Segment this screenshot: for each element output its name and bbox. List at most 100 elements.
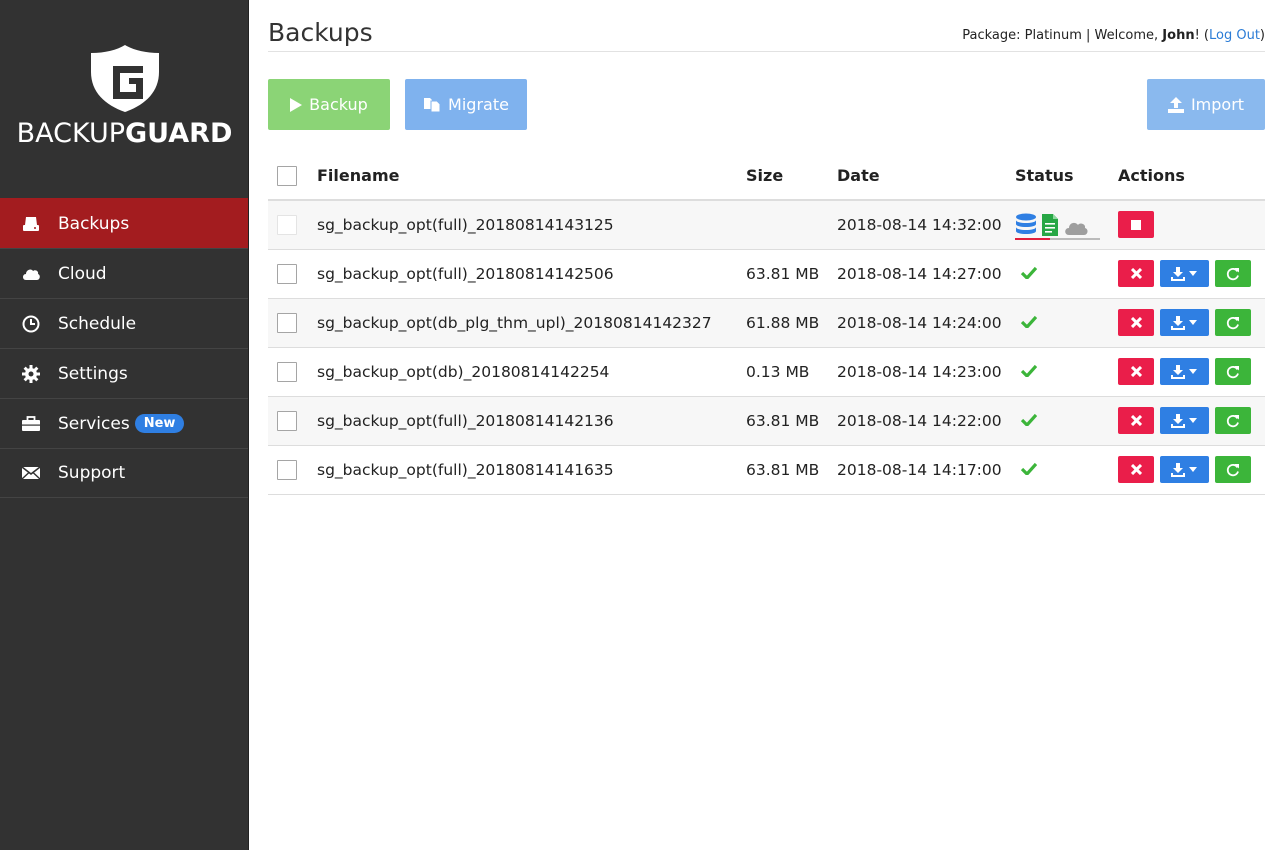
sidebar-item-schedule[interactable]: Schedule — [0, 298, 248, 348]
gear-icon — [21, 364, 41, 384]
sidebar-item-label: Cloud — [58, 263, 107, 284]
actions-cell — [1118, 200, 1265, 250]
close-icon — [1130, 464, 1142, 475]
download-dropdown-button[interactable] — [1159, 358, 1209, 385]
import-button[interactable]: Import — [1147, 79, 1265, 130]
date-cell: 2018-08-14 14:17:00 — [837, 445, 1015, 495]
caret-down-icon — [1189, 418, 1198, 423]
success-check-icon — [1020, 266, 1038, 280]
row-checkbox[interactable] — [277, 459, 297, 480]
row-checkbox[interactable] — [277, 263, 297, 284]
row-check-cell — [268, 200, 317, 250]
filename-cell: sg_backup_opt(full)_20180814142136 — [317, 396, 746, 446]
sidebar-nav: Backups Cloud Schedule Settings Services — [0, 198, 248, 498]
refresh-icon — [1226, 365, 1239, 378]
sidebar-item-label: Schedule — [58, 313, 137, 334]
copy-files-icon — [424, 97, 441, 112]
migrate-button[interactable]: Migrate — [405, 79, 527, 130]
delete-button[interactable] — [1118, 309, 1154, 336]
logo-text-thin: BACKUP — [16, 118, 126, 149]
table-row: sg_backup_opt(db)_20180814142254 0.13 MB… — [268, 347, 1265, 397]
download-icon — [1171, 266, 1186, 281]
caret-down-icon — [1189, 271, 1198, 276]
progress-bar — [1015, 237, 1050, 240]
close-icon — [1130, 415, 1142, 426]
page-title: Backups — [268, 18, 373, 47]
table-row: sg_backup_opt(full)_20180814142506 63.81… — [268, 249, 1265, 299]
download-icon — [1171, 364, 1186, 379]
caret-down-icon — [1189, 320, 1198, 325]
download-icon — [1171, 462, 1186, 477]
backupguard-logo[interactable]: BACKUPGUARD — [0, 0, 248, 198]
new-badge: New — [134, 414, 185, 433]
select-all-cell — [268, 152, 317, 201]
upload-icon — [1167, 96, 1184, 113]
sidebar-item-settings[interactable]: Settings — [0, 348, 248, 398]
status-cell — [1015, 200, 1118, 250]
date-cell: 2018-08-14 14:22:00 — [837, 396, 1015, 446]
delete-button[interactable] — [1118, 260, 1154, 287]
logout-link[interactable]: Log Out — [1209, 28, 1260, 43]
close-icon — [1130, 317, 1142, 328]
backup-button[interactable]: Backup — [268, 79, 390, 130]
refresh-icon — [1226, 267, 1239, 280]
success-check-icon — [1020, 413, 1038, 427]
download-dropdown-button[interactable] — [1159, 309, 1209, 336]
database-icon — [1016, 213, 1036, 234]
row-check-cell — [268, 445, 317, 495]
row-check-cell — [268, 347, 317, 397]
filename-header[interactable]: Filename — [317, 152, 746, 201]
status-cell — [1015, 347, 1118, 397]
success-check-icon — [1020, 315, 1038, 329]
user-suffix: ! ( — [1194, 28, 1209, 43]
table-header-row: Filename Size Date Status Actions — [268, 152, 1265, 201]
sidebar-item-support[interactable]: Support — [0, 448, 248, 498]
close-icon — [1130, 268, 1142, 279]
logo-text-bold: GUARD — [125, 118, 233, 149]
play-icon — [290, 97, 303, 112]
restore-button[interactable] — [1214, 358, 1251, 385]
delete-button[interactable] — [1118, 358, 1154, 385]
file-icon — [1042, 213, 1058, 236]
table-row: sg_backup_opt(full)_20180814143125 2018-… — [268, 200, 1265, 250]
download-dropdown-button[interactable] — [1159, 407, 1209, 434]
filename-cell: sg_backup_opt(db_plg_thm_upl)_2018081414… — [317, 298, 746, 348]
filename-cell: sg_backup_opt(full)_20180814141635 — [317, 445, 746, 495]
actions-cell — [1118, 298, 1265, 348]
close-icon — [1130, 366, 1142, 377]
sidebar-item-cloud[interactable]: Cloud — [0, 248, 248, 298]
refresh-icon — [1226, 414, 1239, 427]
date-cell: 2018-08-14 14:23:00 — [837, 347, 1015, 397]
row-checkbox[interactable] — [277, 361, 297, 382]
download-dropdown-button[interactable] — [1159, 456, 1209, 483]
restore-button[interactable] — [1214, 407, 1251, 434]
restore-button[interactable] — [1214, 456, 1251, 483]
actions-cell — [1118, 396, 1265, 446]
user-name: John — [1162, 28, 1195, 43]
delete-button[interactable] — [1118, 456, 1154, 483]
caret-down-icon — [1189, 467, 1198, 472]
backups-table: Filename Size Date Status Actions sg_bac… — [268, 152, 1265, 495]
row-checkbox[interactable] — [277, 410, 297, 431]
refresh-icon — [1226, 316, 1239, 329]
table-row: sg_backup_opt(full)_20180814142136 63.81… — [268, 396, 1265, 446]
status-cell — [1015, 445, 1118, 495]
restore-button[interactable] — [1214, 309, 1251, 336]
row-check-cell — [268, 298, 317, 348]
filename-cell: sg_backup_opt(db)_20180814142254 — [317, 347, 746, 397]
date-header[interactable]: Date — [837, 152, 1015, 201]
download-dropdown-button[interactable] — [1159, 260, 1209, 287]
actions-cell — [1118, 249, 1265, 299]
restore-button[interactable] — [1214, 260, 1251, 287]
sidebar-item-backups[interactable]: Backups — [0, 198, 248, 248]
stop-button[interactable] — [1118, 211, 1154, 239]
row-checkbox[interactable] — [277, 312, 297, 333]
delete-button[interactable] — [1118, 407, 1154, 434]
sidebar-item-services[interactable]: Services New — [0, 398, 248, 448]
migrate-button-label: Migrate — [448, 95, 509, 114]
caret-down-icon — [1189, 369, 1198, 374]
select-all-checkbox[interactable] — [277, 165, 297, 186]
size-header[interactable]: Size — [746, 152, 837, 201]
table-row: sg_backup_opt(full)_20180814141635 63.81… — [268, 445, 1265, 495]
size-cell: 63.81 MB — [746, 396, 837, 446]
